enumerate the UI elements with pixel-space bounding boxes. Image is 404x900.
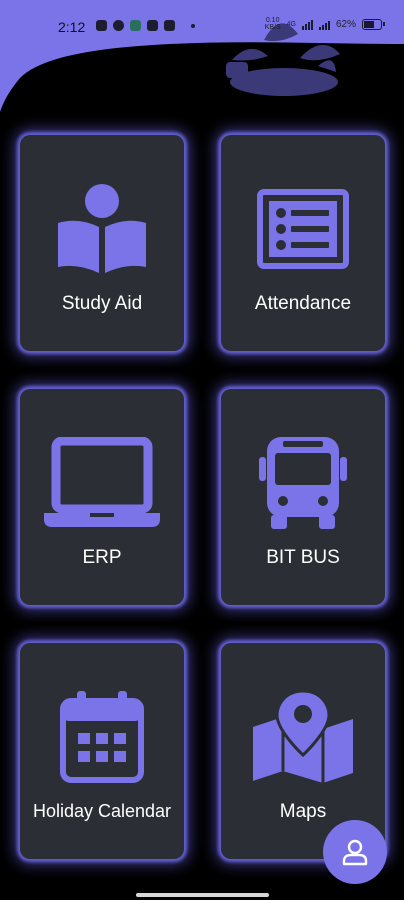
net-speed-unit: KB/S — [264, 24, 281, 31]
instagram-icon — [113, 20, 124, 31]
laptop-icon — [42, 433, 162, 533]
calendar-icon — [42, 687, 162, 787]
tile-label: BIT BUS — [266, 547, 340, 568]
notification-bell-icon — [96, 20, 107, 31]
tile-label: ERP — [82, 547, 122, 568]
tile-bit-bus[interactable]: BIT BUS — [221, 389, 385, 605]
menu-grid: Study Aid Attendance ERP BIT BUS Holiday… — [0, 0, 404, 900]
network-type: 4G — [286, 20, 296, 28]
tile-study-aid[interactable]: Study Aid — [20, 135, 184, 351]
signal-icon-2 — [318, 19, 330, 30]
profile-button[interactable] — [323, 820, 387, 884]
tile-label: Holiday Calendar — [32, 801, 172, 821]
reading-book-icon — [42, 179, 162, 279]
app-notification-icon — [147, 20, 158, 31]
home-indicator[interactable] — [136, 893, 269, 897]
tile-holiday-calendar[interactable]: Holiday Calendar — [20, 643, 184, 859]
battery-icon — [362, 18, 385, 30]
status-time: 2:12 — [58, 19, 86, 35]
bus-icon — [243, 433, 363, 533]
tile-label: Study Aid — [61, 293, 143, 314]
app-notification-icon-2 — [164, 20, 175, 31]
net-speed-value: 0.10 — [265, 17, 280, 24]
chat-icon — [130, 20, 141, 31]
status-indicators: 0.10 KB/S 4G 62% — [265, 17, 385, 31]
net-speed: 0.10 KB/S — [265, 17, 281, 31]
tile-label: Attendance — [254, 293, 352, 314]
tile-label: Maps — [279, 801, 327, 822]
list-icon — [243, 179, 363, 279]
notification-icons — [96, 20, 195, 31]
status-bar: 2:12 0.10 KB/S 4G 62% — [0, 0, 404, 44]
tile-attendance[interactable]: Attendance — [221, 135, 385, 351]
profile-icon — [342, 839, 368, 866]
map-pin-icon — [243, 687, 363, 787]
more-notifications-dot-icon — [191, 23, 195, 28]
tile-erp[interactable]: ERP — [20, 389, 184, 605]
battery-percent: 62% — [335, 18, 356, 30]
signal-icon — [301, 19, 313, 30]
